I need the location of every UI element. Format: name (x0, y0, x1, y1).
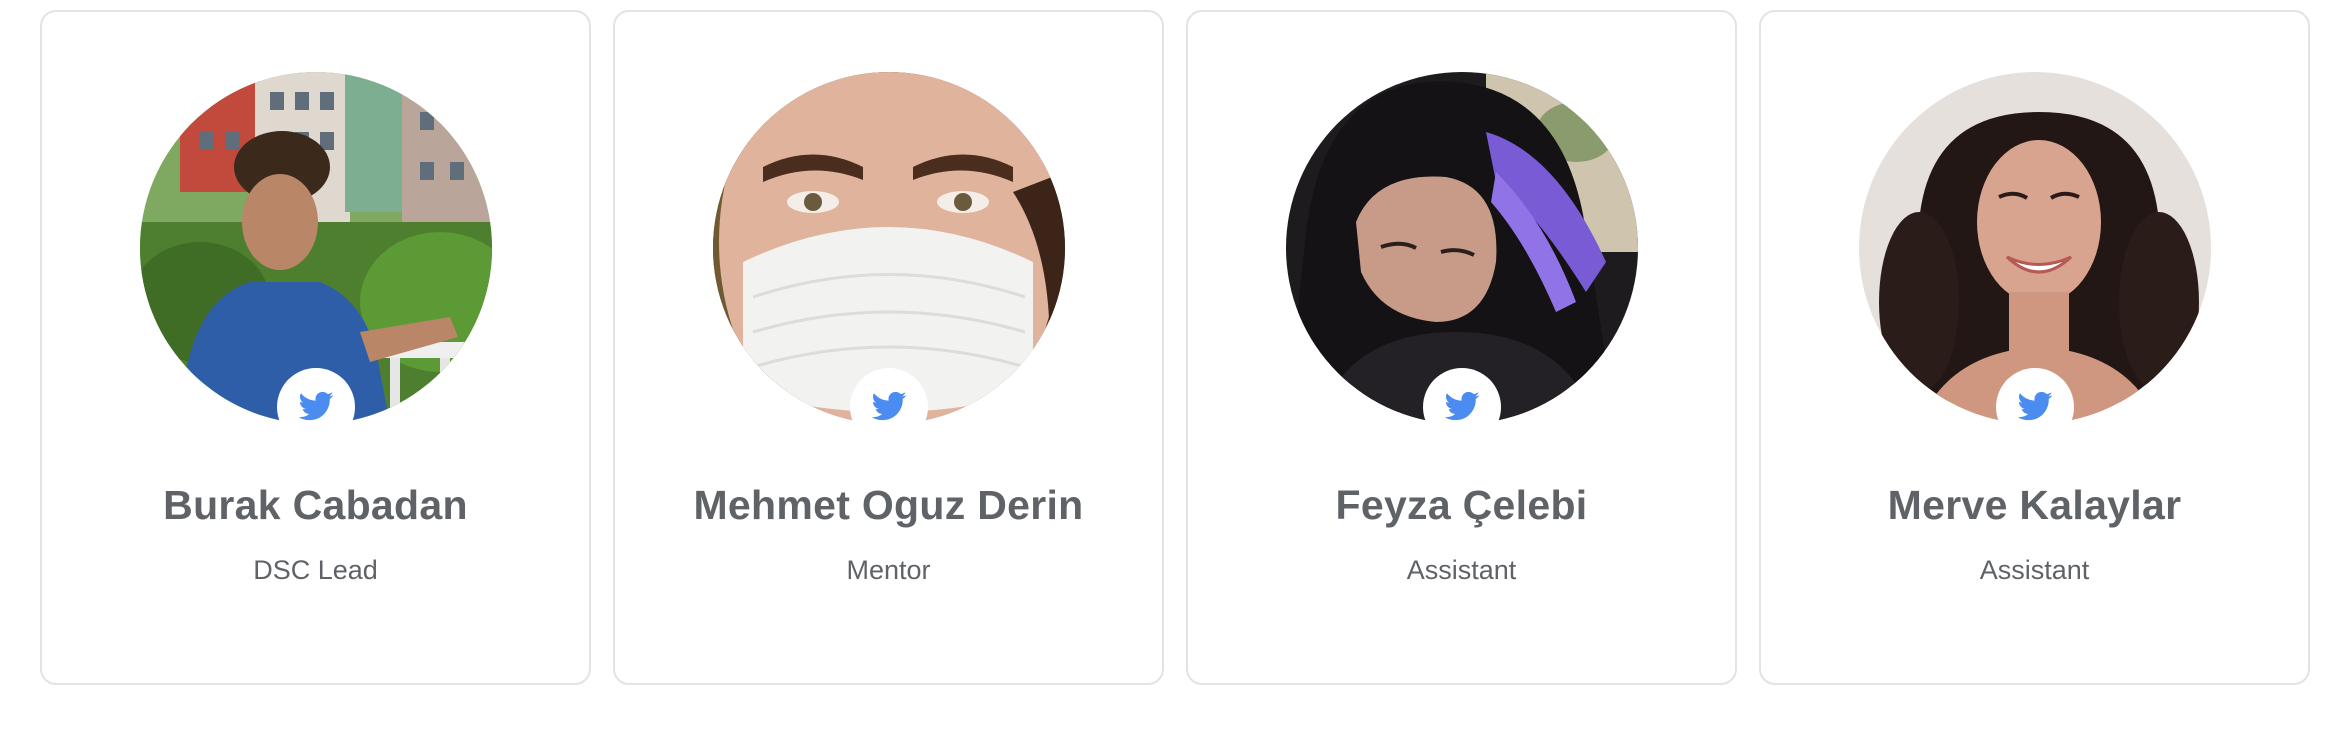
team-member-card: Mehmet Oguz Derin Mentor (613, 10, 1164, 685)
avatar-wrapper (712, 72, 1065, 446)
avatar-wrapper (139, 72, 492, 446)
member-role: Assistant (1406, 555, 1517, 585)
team-grid: Burak Cabadan DSC Lead Mehmet Oguz Derin… (40, 10, 2310, 685)
avatar-wrapper (1858, 72, 2211, 446)
member-role: Mentor (846, 555, 931, 585)
member-name: Merve Kalaylar (1887, 482, 2182, 528)
twitter-link[interactable] (849, 368, 928, 446)
twitter-link[interactable] (276, 368, 355, 446)
team-member-card: Burak Cabadan DSC Lead (40, 10, 591, 685)
member-role: Assistant (1979, 555, 2090, 585)
twitter-icon (2017, 391, 2052, 421)
twitter-link[interactable] (1995, 368, 2074, 446)
twitter-icon (871, 391, 906, 421)
avatar-wrapper (1285, 72, 1638, 446)
member-name: Burak Cabadan (163, 482, 468, 528)
team-member-card: Merve Kalaylar Assistant (1759, 10, 2310, 685)
twitter-icon (298, 391, 333, 421)
member-role: DSC Lead (253, 555, 378, 585)
team-member-card: Feyza Çelebi Assistant (1186, 10, 1737, 685)
member-name: Feyza Çelebi (1335, 482, 1588, 528)
twitter-link[interactable] (1422, 368, 1501, 446)
twitter-icon (1444, 391, 1479, 421)
member-name: Mehmet Oguz Derin (693, 482, 1084, 528)
